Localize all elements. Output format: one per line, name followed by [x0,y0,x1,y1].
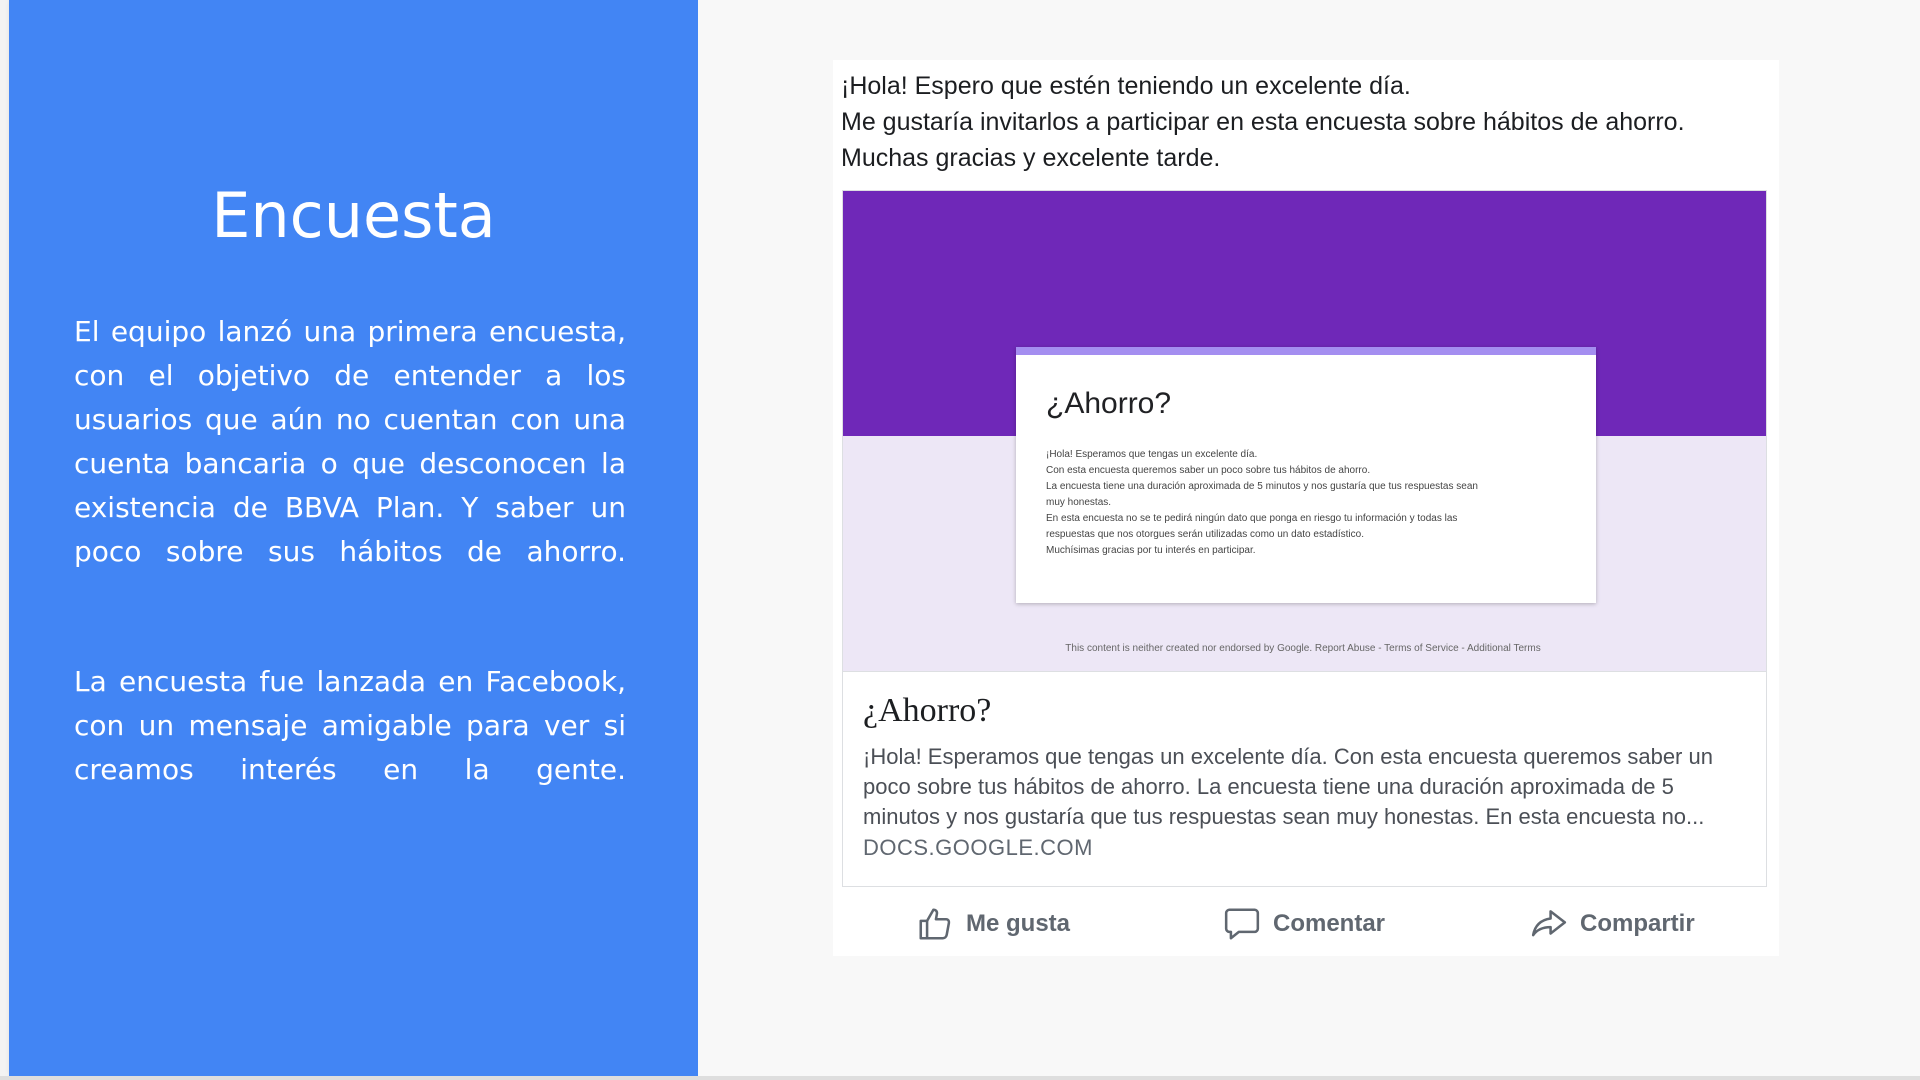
form-desc-line: ¡Hola! Esperamos que tengas un excelente… [1046,449,1258,460]
link-card-title[interactable]: ¿Ahorro? [863,692,991,730]
form-desc-line: muy honestas. [1046,497,1112,508]
panel-paragraph-1: El equipo lanzó una primera encuesta, co… [74,315,626,568]
form-desc-line: Con esta encuesta queremos saber un poco… [1046,465,1371,476]
facebook-post: ¡Hola! Espero que estén teniendo un exce… [833,60,1779,956]
info-panel: Encuesta El equipo lanzó una primera enc… [9,0,698,1076]
form-desc-line: En esta encuesta no se te pedirá ningún … [1046,513,1458,524]
panel-paragraph-2: La encuesta fue lanzada en Facebook, con… [74,665,626,786]
form-desc-line: Muchísimas gracias por tu interés en par… [1046,545,1256,556]
form-desc-line: respuestas que nos otorgues serán utiliz… [1046,529,1364,540]
form-preview-image[interactable]: ¿Ahorro? ¡Hola! Esperamos que tengas un … [843,191,1766,671]
post-line: Muchas gracias y excelente tarde. [841,144,1221,172]
form-desc-line: La encuesta tiene una duración aproximad… [1046,481,1478,492]
link-card-description: ¡Hola! Esperamos que tengas un excelente… [863,744,1713,829]
form-title: ¿Ahorro? [1046,387,1172,420]
comment-icon [1224,908,1260,940]
post-actions-bar: Me gusta Comentar Compartir [833,896,1779,952]
panel-title: Encuesta [211,179,496,252]
share-icon [1531,910,1567,937]
share-button[interactable]: Compartir [1530,896,1695,952]
like-button[interactable]: Me gusta [916,896,1070,952]
link-card-info[interactable]: ¿Ahorro? ¡Hola! Esperamos que tengas un … [843,671,1766,886]
comment-label: Comentar [1273,910,1386,937]
like-label: Me gusta [966,910,1071,937]
form-card: ¿Ahorro? ¡Hola! Esperamos que tengas un … [1016,347,1596,603]
left-edge-strip [0,0,9,1080]
link-preview-card[interactable]: ¿Ahorro? ¡Hola! Esperamos que tengas un … [842,190,1767,887]
bottom-divider [0,1076,1920,1080]
post-line: Me gustaría invitarlos a participar en e… [841,108,1685,136]
share-label: Compartir [1580,910,1695,937]
thumbs-up-icon [919,908,951,940]
link-card-domain: DOCS.GOOGLE.COM [863,835,1093,860]
comment-button[interactable]: Comentar [1223,896,1385,952]
post-line: ¡Hola! Espero que estén teniendo un exce… [841,72,1411,100]
form-description: ¡Hola! Esperamos que tengas un excelente… [1046,447,1566,559]
post-message: ¡Hola! Espero que estén teniendo un exce… [841,68,1761,176]
form-footer-disclaimer: This content is neither created nor endo… [1065,643,1541,654]
